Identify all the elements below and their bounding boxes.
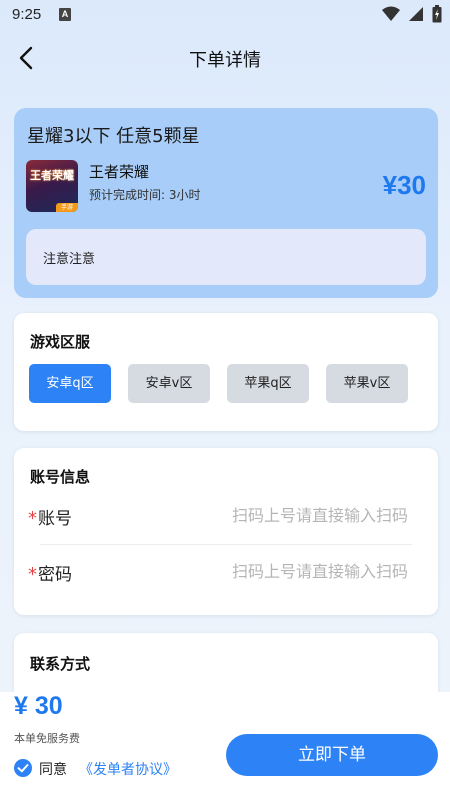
required-mark: * xyxy=(28,564,37,585)
thumbnail-badge: 手游 xyxy=(56,203,78,212)
account-info-card: 账号信息 *账号 *密码 xyxy=(14,448,438,615)
estimated-time: 预计完成时间: 3小时 xyxy=(89,188,201,202)
order-price: ¥30 xyxy=(382,170,426,200)
submit-order-button[interactable]: 立即下单 xyxy=(226,734,438,776)
game-name: 王者荣耀 xyxy=(89,163,150,181)
status-icons xyxy=(382,5,442,23)
required-mark: * xyxy=(28,508,37,529)
contact-title: 联系方式 xyxy=(30,655,91,673)
order-summary-card: 星耀3以下 任意5颗星 王者荣耀 手游 王者荣耀 预计完成时间: 3小时 ¥30… xyxy=(14,108,438,298)
check-icon xyxy=(17,764,29,773)
total-price: ¥ 30 xyxy=(14,692,63,720)
account-label-text: 账号 xyxy=(38,509,72,529)
region-option-ios-q[interactable]: 苹果q区 xyxy=(227,364,309,403)
password-label-text: 密码 xyxy=(38,565,72,585)
signal-icon xyxy=(409,7,423,21)
region-title: 游戏区服 xyxy=(30,333,91,351)
password-label: *密码 xyxy=(28,560,72,585)
agree-checkbox[interactable] xyxy=(14,759,32,777)
order-note: 注意注意 xyxy=(26,229,426,285)
order-title: 星耀3以下 任意5颗星 xyxy=(27,126,200,147)
game-region-card: 游戏区服 安卓q区 安卓v区 苹果q区 苹果v区 xyxy=(14,313,438,431)
password-input[interactable] xyxy=(178,559,408,583)
game-thumbnail: 王者荣耀 手游 xyxy=(26,160,78,212)
account-label: *账号 xyxy=(28,504,72,529)
field-divider xyxy=(40,544,412,545)
region-option-android-v[interactable]: 安卓v区 xyxy=(128,364,210,403)
agreement-link[interactable]: 《发单者协议》 xyxy=(79,759,177,779)
region-option-android-q[interactable]: 安卓q区 xyxy=(29,364,111,403)
status-time: 9:25 xyxy=(12,6,42,23)
page-title: 下单详情 xyxy=(189,50,261,71)
notification-icon: A xyxy=(59,8,71,21)
thumbnail-logo-text: 王者荣耀 xyxy=(30,169,74,182)
battery-icon xyxy=(432,5,442,23)
account-input[interactable] xyxy=(178,503,408,527)
service-fee-note: 本单免服务费 xyxy=(14,732,80,745)
agree-label: 同意 xyxy=(39,762,67,778)
order-note-text: 注意注意 xyxy=(43,252,96,267)
wifi-icon xyxy=(382,6,400,21)
status-bar: 9:25 A xyxy=(0,0,450,30)
account-title: 账号信息 xyxy=(30,468,91,486)
nav-bar: 下单详情 xyxy=(0,35,450,81)
bottom-bar: ¥ 30 本单免服务费 同意 《发单者协议》 立即下单 xyxy=(0,692,450,800)
region-option-ios-v[interactable]: 苹果v区 xyxy=(326,364,408,403)
